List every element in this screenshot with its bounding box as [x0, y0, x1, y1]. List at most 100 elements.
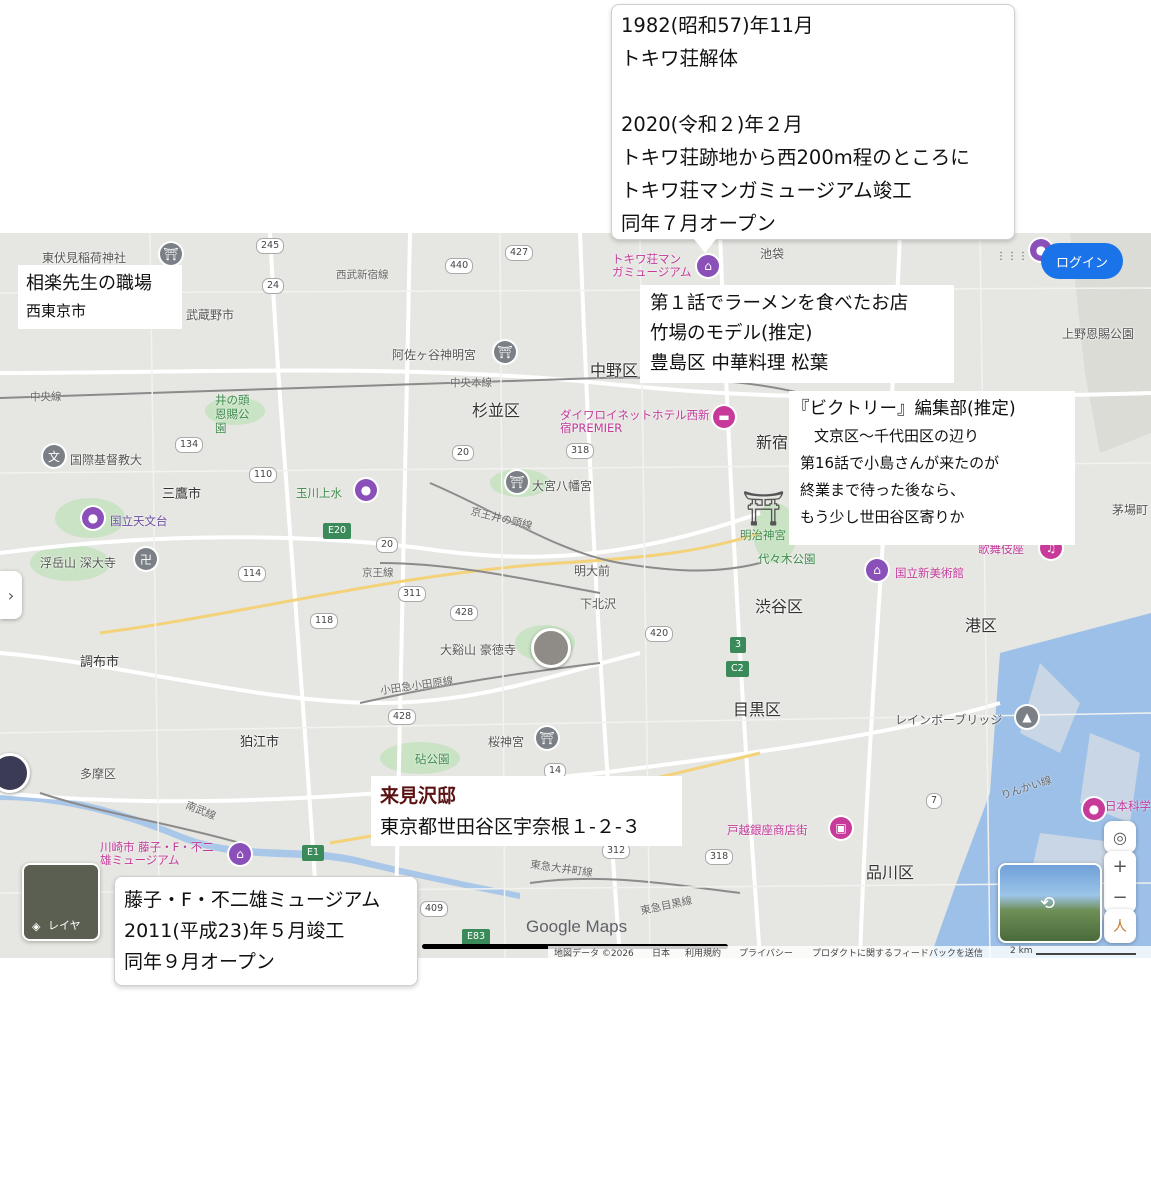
- place-label: 国立新美術館: [895, 566, 964, 580]
- callout-line: 同年７月オープン: [621, 212, 776, 235]
- city-label-musashino: 武蔵野市: [186, 308, 235, 322]
- place-label: 日本科学: [1105, 799, 1151, 813]
- rotate-360-icon: ⟲: [1040, 893, 1056, 914]
- place-label: 桜神宮: [488, 735, 525, 749]
- place-label: 阿佐ヶ谷神明宮: [392, 348, 477, 362]
- ramen-shop-note: 第１話でラーメンを食べたお店 竹場のモデル(推定) 豊島区 中華料理 松葉: [640, 285, 954, 383]
- road-number: 311: [398, 586, 427, 602]
- ward-label-nakano: 中野区: [590, 361, 639, 380]
- callout-line: トキワ荘跡地から西200m程のところに: [621, 146, 970, 169]
- museum-pin-icon[interactable]: ⌂: [866, 559, 888, 581]
- photo-pin-gotokuji-icon[interactable]: [531, 628, 571, 668]
- expressway-number: C2: [726, 661, 749, 677]
- street-view-thumbnail[interactable]: ⟲: [998, 863, 1102, 943]
- victory-editorial-note: 『ビクトリー』編集部(推定) 文京区〜千代田区の辺り 第16話で小島さんが来たの…: [789, 391, 1075, 545]
- museum-label-tokiwa: トキワ荘マンガミュージアム: [612, 252, 692, 279]
- road-number: 7: [926, 793, 943, 809]
- observatory-pin-icon[interactable]: ●: [82, 507, 104, 529]
- privacy-link[interactable]: プライバシー: [739, 946, 793, 958]
- scale-bar: [1036, 953, 1136, 955]
- map-data-credit: 地図データ ©2026: [554, 949, 634, 958]
- shopping-pin-icon[interactable]: ▣: [830, 817, 852, 839]
- shrine-pin-icon[interactable]: ⛩: [506, 471, 528, 493]
- login-button[interactable]: ログイン: [1041, 243, 1123, 279]
- torii-icon: ⛩: [742, 489, 786, 529]
- place-label: 玉川上水: [296, 486, 342, 500]
- apps-grid-icon[interactable]: ⋮⋮⋮: [996, 252, 1028, 275]
- road-number: 110: [249, 467, 278, 483]
- callout-line: 2020(令和２)年２月: [621, 113, 803, 136]
- note-subtitle: 東京都世田谷区宇奈根１-２-３: [380, 816, 641, 838]
- note-line: 第16話で小島さんが来たのが: [800, 454, 1000, 472]
- note-line: 『ビクトリー』編集部(推定): [792, 399, 1016, 419]
- shrine-pin-icon[interactable]: ⛩: [494, 341, 516, 363]
- fujiko-museum-callout: 藤子・F・不二雄ミュージアム 2011(平成23)年５月竣工 同年９月オープン: [114, 876, 418, 986]
- google-maps-logo: Google Maps: [526, 917, 628, 936]
- park-label: 代々木公園: [758, 552, 816, 566]
- place-label: 茅場町: [1112, 503, 1149, 517]
- road-number: 24: [262, 278, 285, 294]
- note-line: 豊島区 中華料理 松葉: [650, 353, 829, 374]
- zoom-out-button[interactable]: −: [1112, 887, 1127, 908]
- city-label-mitaka: 三鷹市: [162, 487, 202, 502]
- museum-pin-fujiko-icon[interactable]: ⌂: [229, 843, 251, 865]
- note-title: 相楽先生の職場: [26, 273, 152, 294]
- road-number: 118: [310, 613, 339, 629]
- layers-icon: ◈: [32, 920, 41, 933]
- place-label: レインボーブリッジ: [895, 713, 1003, 727]
- rail-label: 西武新宿線: [336, 269, 389, 281]
- callout-line: 同年９月オープン: [124, 951, 275, 973]
- city-label-komae: 狛江市: [240, 735, 280, 750]
- expressway-number: E83: [462, 929, 491, 945]
- feedback-link[interactable]: プロダクトに関するフィードバックを送信: [812, 946, 983, 958]
- city-label-chofu: 調布市: [80, 655, 120, 670]
- road-number: 428: [388, 709, 417, 725]
- rail-label: 中央線: [30, 391, 62, 403]
- school-pin-icon[interactable]: 文: [43, 445, 65, 467]
- hotel-pin-icon[interactable]: ▬: [713, 406, 735, 428]
- region-link[interactable]: 日本: [652, 946, 670, 958]
- callout-line: トキワ荘解体: [621, 47, 739, 70]
- place-label: 明大前: [574, 564, 611, 578]
- road-number: 134: [175, 437, 204, 453]
- my-location-button[interactable]: ◎: [1104, 821, 1136, 853]
- park-label: 井の頭恩賜公園: [215, 393, 250, 435]
- note-line: 竹場のモデル(推定): [650, 323, 813, 344]
- callout-pointer: [694, 239, 716, 253]
- layers-button[interactable]: ◈ レイヤ: [22, 863, 100, 941]
- ward-label-shinjuku: 新宿: [756, 433, 789, 452]
- tokiwa-callout: 1982(昭和57)年11月 トキワ荘解体 2020(令和２)年２月 トキワ荘跡…: [611, 4, 1015, 240]
- shrine-pin-icon[interactable]: ⛩: [160, 243, 182, 265]
- callout-line: [621, 75, 1014, 108]
- ward-label-shibuya: 渋谷区: [755, 597, 804, 616]
- zoom-control: + −: [1104, 851, 1136, 913]
- road-number: 428: [450, 605, 479, 621]
- science-pin-icon[interactable]: ●: [1083, 798, 1105, 820]
- aira-workplace-note: 相楽先生の職場 西東京市: [18, 265, 182, 329]
- zoom-in-button[interactable]: +: [1112, 856, 1127, 877]
- bridge-pin-icon[interactable]: ▲: [1016, 706, 1038, 728]
- place-label: 戸越銀座商店街: [727, 823, 808, 837]
- water-pin-icon[interactable]: ●: [355, 479, 377, 501]
- hotel-label: ダイワロイネットホテル西新宿PREMIER: [560, 408, 710, 435]
- note-line: 第１話でラーメンを食べたお店: [650, 293, 909, 314]
- place-label: 下北沢: [580, 597, 617, 611]
- ward-label-suginami: 杉並区: [472, 401, 521, 420]
- museum-pin-icon[interactable]: ⌂: [697, 255, 719, 277]
- pegman-icon[interactable]: 人: [1104, 909, 1136, 943]
- place-label: 大宮八幡宮: [532, 479, 593, 493]
- museum-label-fujiko: 川崎市 藤子・F・不二雄ミュージアム: [100, 840, 214, 867]
- shrine-pin-icon[interactable]: ⛩: [536, 727, 558, 749]
- terms-link[interactable]: 利用規約: [685, 946, 721, 958]
- rail-label: 京王線: [362, 567, 394, 579]
- note-line: 文京区〜千代田区の辺り: [814, 427, 980, 445]
- map-canvas[interactable]: 杉並区 中野区 新宿 渋谷区 目黒区 品川区 港区 三鷹市 調布市 狛江市 多摩…: [0, 233, 1151, 958]
- city-label-tama: 多摩区: [80, 767, 117, 781]
- road-number: 114: [238, 566, 267, 582]
- scale-label: 2 km: [1010, 946, 1033, 956]
- place-label: 池袋: [760, 247, 785, 261]
- expand-panel-button[interactable]: ›: [0, 571, 22, 619]
- temple-pin-icon[interactable]: 卍: [135, 548, 157, 570]
- place-label: 浮岳山 深大寺: [40, 556, 116, 570]
- park-label: 明治神宮: [740, 528, 786, 542]
